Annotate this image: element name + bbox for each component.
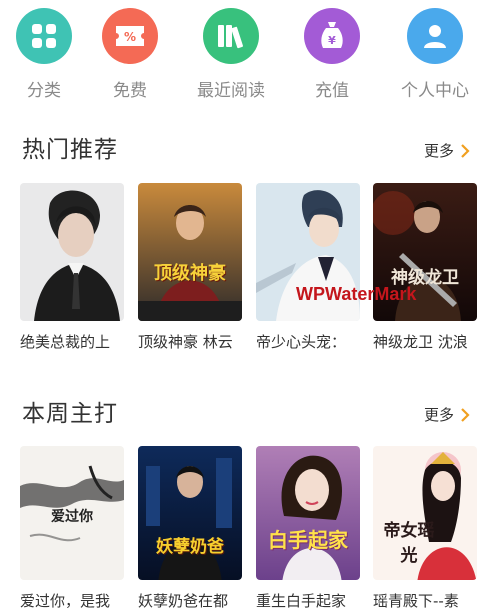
chevron-right-icon xyxy=(461,407,470,422)
book-cover: 帝女瑶光 xyxy=(373,446,477,580)
top-nav: 分类 % 免费 最近阅读 ¥ 充值 个人中心 xyxy=(0,0,494,108)
book-card[interactable]: 妖孽奶爸 妖孽奶爸在都 xyxy=(138,446,242,611)
wallet-icon: ¥ xyxy=(304,8,360,64)
book-card[interactable]: 帝少心头宠： xyxy=(256,183,360,352)
ticket-icon: % xyxy=(102,8,158,64)
nav-label: 充值 xyxy=(315,81,349,101)
more-link-weekly[interactable]: 更多 xyxy=(424,404,470,425)
watermark-text: WPWaterMark xyxy=(296,284,417,304)
book-cover: 顶级神豪 xyxy=(138,183,242,321)
cover-title: 白手起家 xyxy=(268,528,348,552)
nav-item-recent[interactable]: 最近阅读 xyxy=(181,8,281,101)
nav-label: 最近阅读 xyxy=(197,81,265,101)
book-cover: 爱过你 xyxy=(20,446,124,580)
more-link-hot[interactable]: 更多 xyxy=(424,140,470,161)
chevron-right-icon xyxy=(461,143,470,158)
nav-item-recharge[interactable]: ¥ 充值 xyxy=(282,8,382,101)
cover-title: 妖孽奶爸 xyxy=(156,537,224,557)
book-title: 重生白手起家 xyxy=(256,592,347,610)
cover-title: 顶级神豪 xyxy=(154,263,226,284)
book-title: 绝美总裁的上 xyxy=(20,333,111,351)
book-card[interactable]: 顶级神豪 顶级神豪 林云 xyxy=(138,183,242,352)
book-title: 妖孽奶爸在都 xyxy=(138,592,229,610)
nav-item-profile[interactable]: 个人中心 xyxy=(385,8,485,101)
book-card[interactable]: 帝女瑶光 瑶青殿下--素 xyxy=(373,446,477,611)
nav-label: 免费 xyxy=(113,81,147,101)
book-card[interactable]: 爱过你 爱过你，是我 xyxy=(20,446,124,611)
more-label: 更多 xyxy=(423,406,454,424)
book-cover: 白手起家 xyxy=(256,446,360,580)
book-card[interactable]: 绝美总裁的上 xyxy=(20,183,124,352)
book-title: 爱过你，是我 xyxy=(20,592,111,610)
book-card[interactable]: 白手起家 重生白手起家 xyxy=(256,446,360,611)
svg-text:%: % xyxy=(124,30,136,44)
grid-icon xyxy=(16,8,72,64)
books-icon xyxy=(203,8,259,64)
section-title-hot: 热门推荐 xyxy=(22,137,118,163)
book-cover: 妖孽奶爸 xyxy=(138,446,242,580)
cover-title: 爱过你 xyxy=(51,509,93,525)
section-title-weekly: 本周主打 xyxy=(22,401,118,427)
book-title: 顶级神豪 林云 xyxy=(138,333,233,351)
book-title: 帝少心头宠： xyxy=(256,333,347,351)
book-cover xyxy=(20,183,124,321)
book-card[interactable]: 神级龙卫 神级龙卫 沈浪 xyxy=(373,183,477,352)
nav-item-free[interactable]: % 免费 xyxy=(80,8,180,101)
user-icon xyxy=(407,8,463,64)
more-label: 更多 xyxy=(423,142,454,160)
svg-text:¥: ¥ xyxy=(328,34,336,47)
book-title: 神级龙卫 沈浪 xyxy=(373,333,468,351)
book-title: 瑶青殿下--素 xyxy=(373,592,459,610)
nav-label: 个人中心 xyxy=(401,81,469,101)
cover-title: 帝女瑶光 xyxy=(383,521,435,566)
